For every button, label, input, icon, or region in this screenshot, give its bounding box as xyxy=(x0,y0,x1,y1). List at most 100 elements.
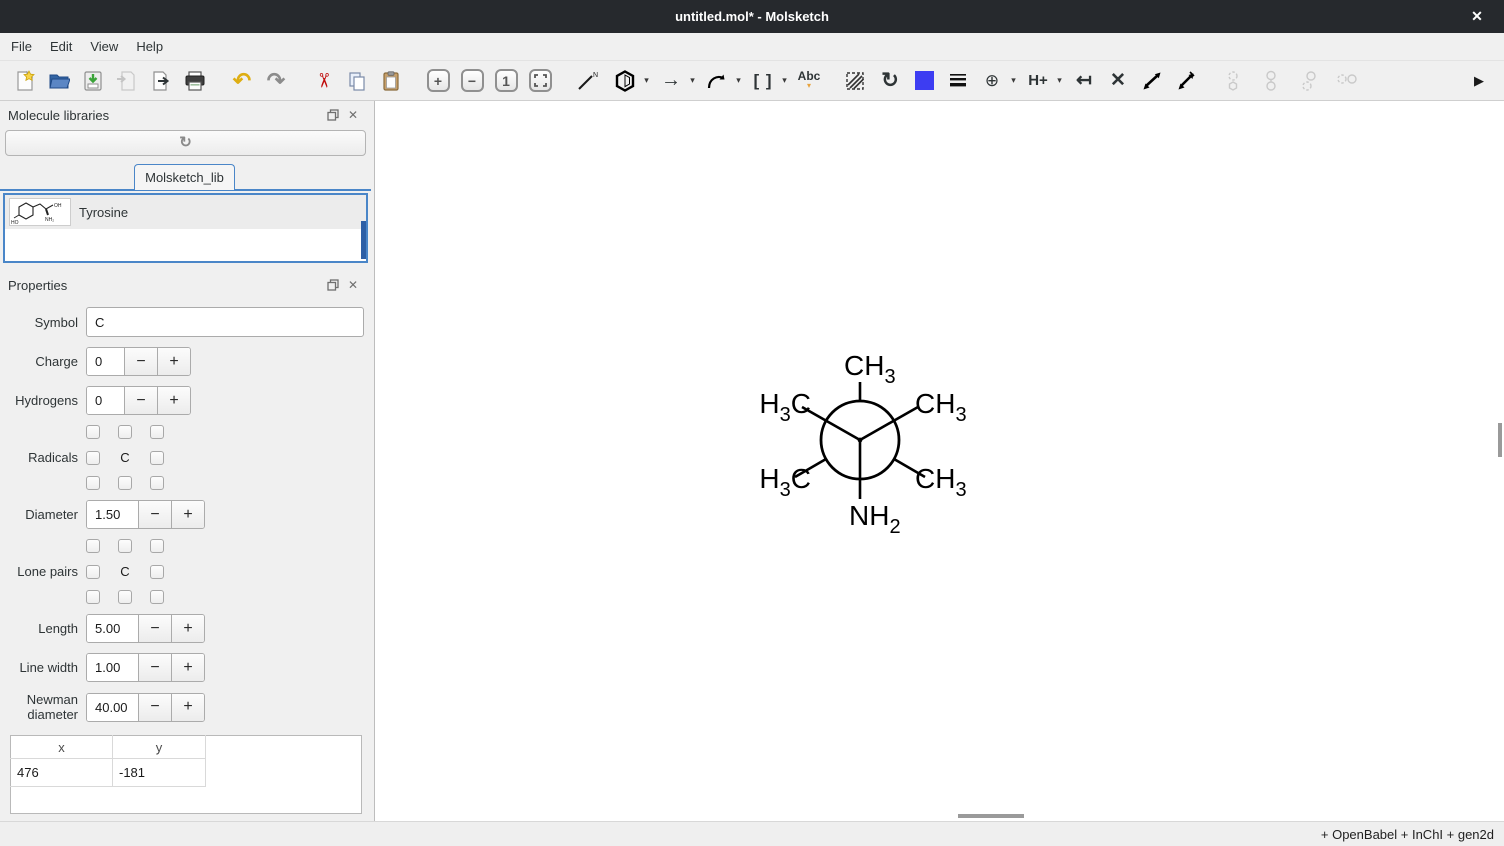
line-width-decrement-button[interactable]: − xyxy=(138,654,171,681)
radical-checkbox-e[interactable] xyxy=(150,451,164,465)
hydrogens-increment-button[interactable]: + xyxy=(157,387,190,414)
align-structures-button-4[interactable] xyxy=(1330,65,1364,97)
length-decrement-button[interactable]: − xyxy=(138,615,171,642)
mechanism-arrow-button-2[interactable] xyxy=(1169,65,1203,97)
lone-pair-checkbox-ne[interactable] xyxy=(150,539,164,553)
library-list[interactable]: HO OH NH₂ Tyrosine xyxy=(3,193,368,263)
charge-decrement-button[interactable]: − xyxy=(124,348,157,375)
hydrogen-tool-dropdown[interactable]: ▾ xyxy=(1052,65,1067,97)
insert-tool-button[interactable]: ↤ xyxy=(1067,65,1101,97)
open-file-button[interactable] xyxy=(42,65,76,97)
align-structures-button-1[interactable] xyxy=(1216,65,1250,97)
menu-help[interactable]: Help xyxy=(127,33,172,60)
radical-checkbox-nw[interactable] xyxy=(86,425,100,439)
reaction-arrow-dropdown[interactable]: ▾ xyxy=(685,65,700,97)
toolbar-overflow-button[interactable]: ▶ xyxy=(1462,65,1496,97)
copy-button[interactable] xyxy=(340,65,374,97)
align-structures-button-3[interactable] xyxy=(1292,65,1326,97)
canvas-horizontal-scrollbar[interactable] xyxy=(958,814,1024,818)
mechanism-arrow-button-1[interactable] xyxy=(1135,65,1169,97)
newman-increment-button[interactable]: + xyxy=(171,694,204,721)
newman-projection-molecule[interactable]: CH3 H3C CH3 H3C CH3 NH2 xyxy=(745,345,975,545)
library-list-scrollbar[interactable] xyxy=(361,221,366,259)
length-value[interactable]: 5.00 xyxy=(87,615,138,642)
library-refresh-button[interactable]: ↻ xyxy=(5,130,366,156)
import-button[interactable] xyxy=(110,65,144,97)
menu-file[interactable]: File xyxy=(2,33,41,60)
ring-tool-button[interactable] xyxy=(608,65,642,97)
list-item-tyrosine[interactable]: HO OH NH₂ Tyrosine xyxy=(5,195,366,229)
bracket-tool-dropdown[interactable]: ▾ xyxy=(777,65,792,97)
hydrogens-value[interactable]: 0 xyxy=(87,387,124,414)
canvas-vertical-scrollbar[interactable] xyxy=(1498,423,1502,457)
length-increment-button[interactable]: + xyxy=(171,615,204,642)
radical-checkbox-sw[interactable] xyxy=(86,476,100,490)
paste-button[interactable] xyxy=(374,65,408,97)
delete-tool-button[interactable]: ✕ xyxy=(1101,65,1135,97)
window-close-button[interactable]: ✕ xyxy=(1464,0,1490,33)
lone-pair-checkbox-e[interactable] xyxy=(150,565,164,579)
align-structures-button-2[interactable] xyxy=(1254,65,1288,97)
lone-pair-checkbox-sw[interactable] xyxy=(86,590,100,604)
libraries-close-button[interactable]: ✕ xyxy=(343,106,363,124)
zoom-out-button[interactable]: − xyxy=(455,65,489,97)
lone-pair-checkbox-nw[interactable] xyxy=(86,539,100,553)
redo-button[interactable]: ↷ xyxy=(259,65,293,97)
print-button[interactable] xyxy=(178,65,212,97)
radical-checkbox-ne[interactable] xyxy=(150,425,164,439)
menu-view[interactable]: View xyxy=(81,33,127,60)
reaction-arrow-tool-button[interactable]: → xyxy=(654,65,688,97)
newman-decrement-button[interactable]: − xyxy=(138,694,171,721)
rotate-tool-button[interactable]: ↻ xyxy=(873,65,907,97)
text-tool-button[interactable]: Abc ▾ xyxy=(792,65,826,97)
curved-arrow-dropdown[interactable]: ▾ xyxy=(731,65,746,97)
diameter-increment-button[interactable]: + xyxy=(171,501,204,528)
line-width-increment-button[interactable]: + xyxy=(171,654,204,681)
lone-pair-checkbox-se[interactable] xyxy=(150,590,164,604)
libraries-dock-header[interactable]: Molecule libraries ✕ xyxy=(0,103,371,127)
zoom-original-button[interactable]: 1 xyxy=(489,65,523,97)
cut-button[interactable]: ✂ xyxy=(306,65,340,97)
ring-tool-dropdown[interactable]: ▾ xyxy=(639,65,654,97)
lone-pair-checkbox-s[interactable] xyxy=(118,590,132,604)
diameter-value[interactable]: 1.50 xyxy=(87,501,138,528)
charge-value[interactable]: 0 xyxy=(87,348,124,375)
libraries-float-button[interactable] xyxy=(323,106,343,124)
line-width-button[interactable] xyxy=(941,65,975,97)
draw-bond-tool-button[interactable]: N xyxy=(570,65,604,97)
diameter-decrement-button[interactable]: − xyxy=(138,501,171,528)
tab-molsketch-lib[interactable]: Molsketch_lib xyxy=(134,164,235,190)
bracket-tool-button[interactable]: [ ] xyxy=(746,65,780,97)
radical-checkbox-w[interactable] xyxy=(86,451,100,465)
export-button[interactable] xyxy=(144,65,178,97)
line-width-value[interactable]: 1.00 xyxy=(87,654,138,681)
coord-cell-y[interactable]: -181 xyxy=(113,759,206,786)
new-file-button[interactable] xyxy=(8,65,42,97)
window-titlebar[interactable]: untitled.mol* - Molsketch ✕ xyxy=(0,0,1504,33)
properties-dock-header[interactable]: Properties ✕ xyxy=(0,273,371,297)
menu-edit[interactable]: Edit xyxy=(41,33,81,60)
symbol-input[interactable] xyxy=(86,307,364,337)
charge-tool-button[interactable]: ⊕ xyxy=(975,65,1009,97)
zoom-fit-button[interactable] xyxy=(523,65,557,97)
color-picker-button[interactable] xyxy=(907,65,941,97)
zoom-in-button[interactable]: + xyxy=(421,65,455,97)
newman-diameter-value[interactable]: 40.00 xyxy=(87,694,138,721)
lone-pair-checkbox-w[interactable] xyxy=(86,565,100,579)
properties-close-button[interactable]: ✕ xyxy=(343,276,363,294)
radical-checkbox-n[interactable] xyxy=(118,425,132,439)
hydrogen-tool-button[interactable]: H+ xyxy=(1021,65,1055,97)
save-button[interactable] xyxy=(76,65,110,97)
radical-checkbox-s[interactable] xyxy=(118,476,132,490)
coord-cell-x[interactable]: 476 xyxy=(11,759,113,786)
lone-pair-checkbox-n[interactable] xyxy=(118,539,132,553)
charge-tool-dropdown[interactable]: ▾ xyxy=(1006,65,1021,97)
radical-checkbox-se[interactable] xyxy=(150,476,164,490)
undo-button[interactable]: ↶ xyxy=(225,65,259,97)
charge-increment-button[interactable]: + xyxy=(157,348,190,375)
curved-arrow-tool-button[interactable] xyxy=(700,65,734,97)
properties-float-button[interactable] xyxy=(323,276,343,294)
hydrogens-decrement-button[interactable]: − xyxy=(124,387,157,414)
selection-hash-tool-button[interactable] xyxy=(839,65,873,97)
drawing-canvas[interactable]: CH3 H3C CH3 H3C CH3 NH2 xyxy=(375,101,1504,821)
